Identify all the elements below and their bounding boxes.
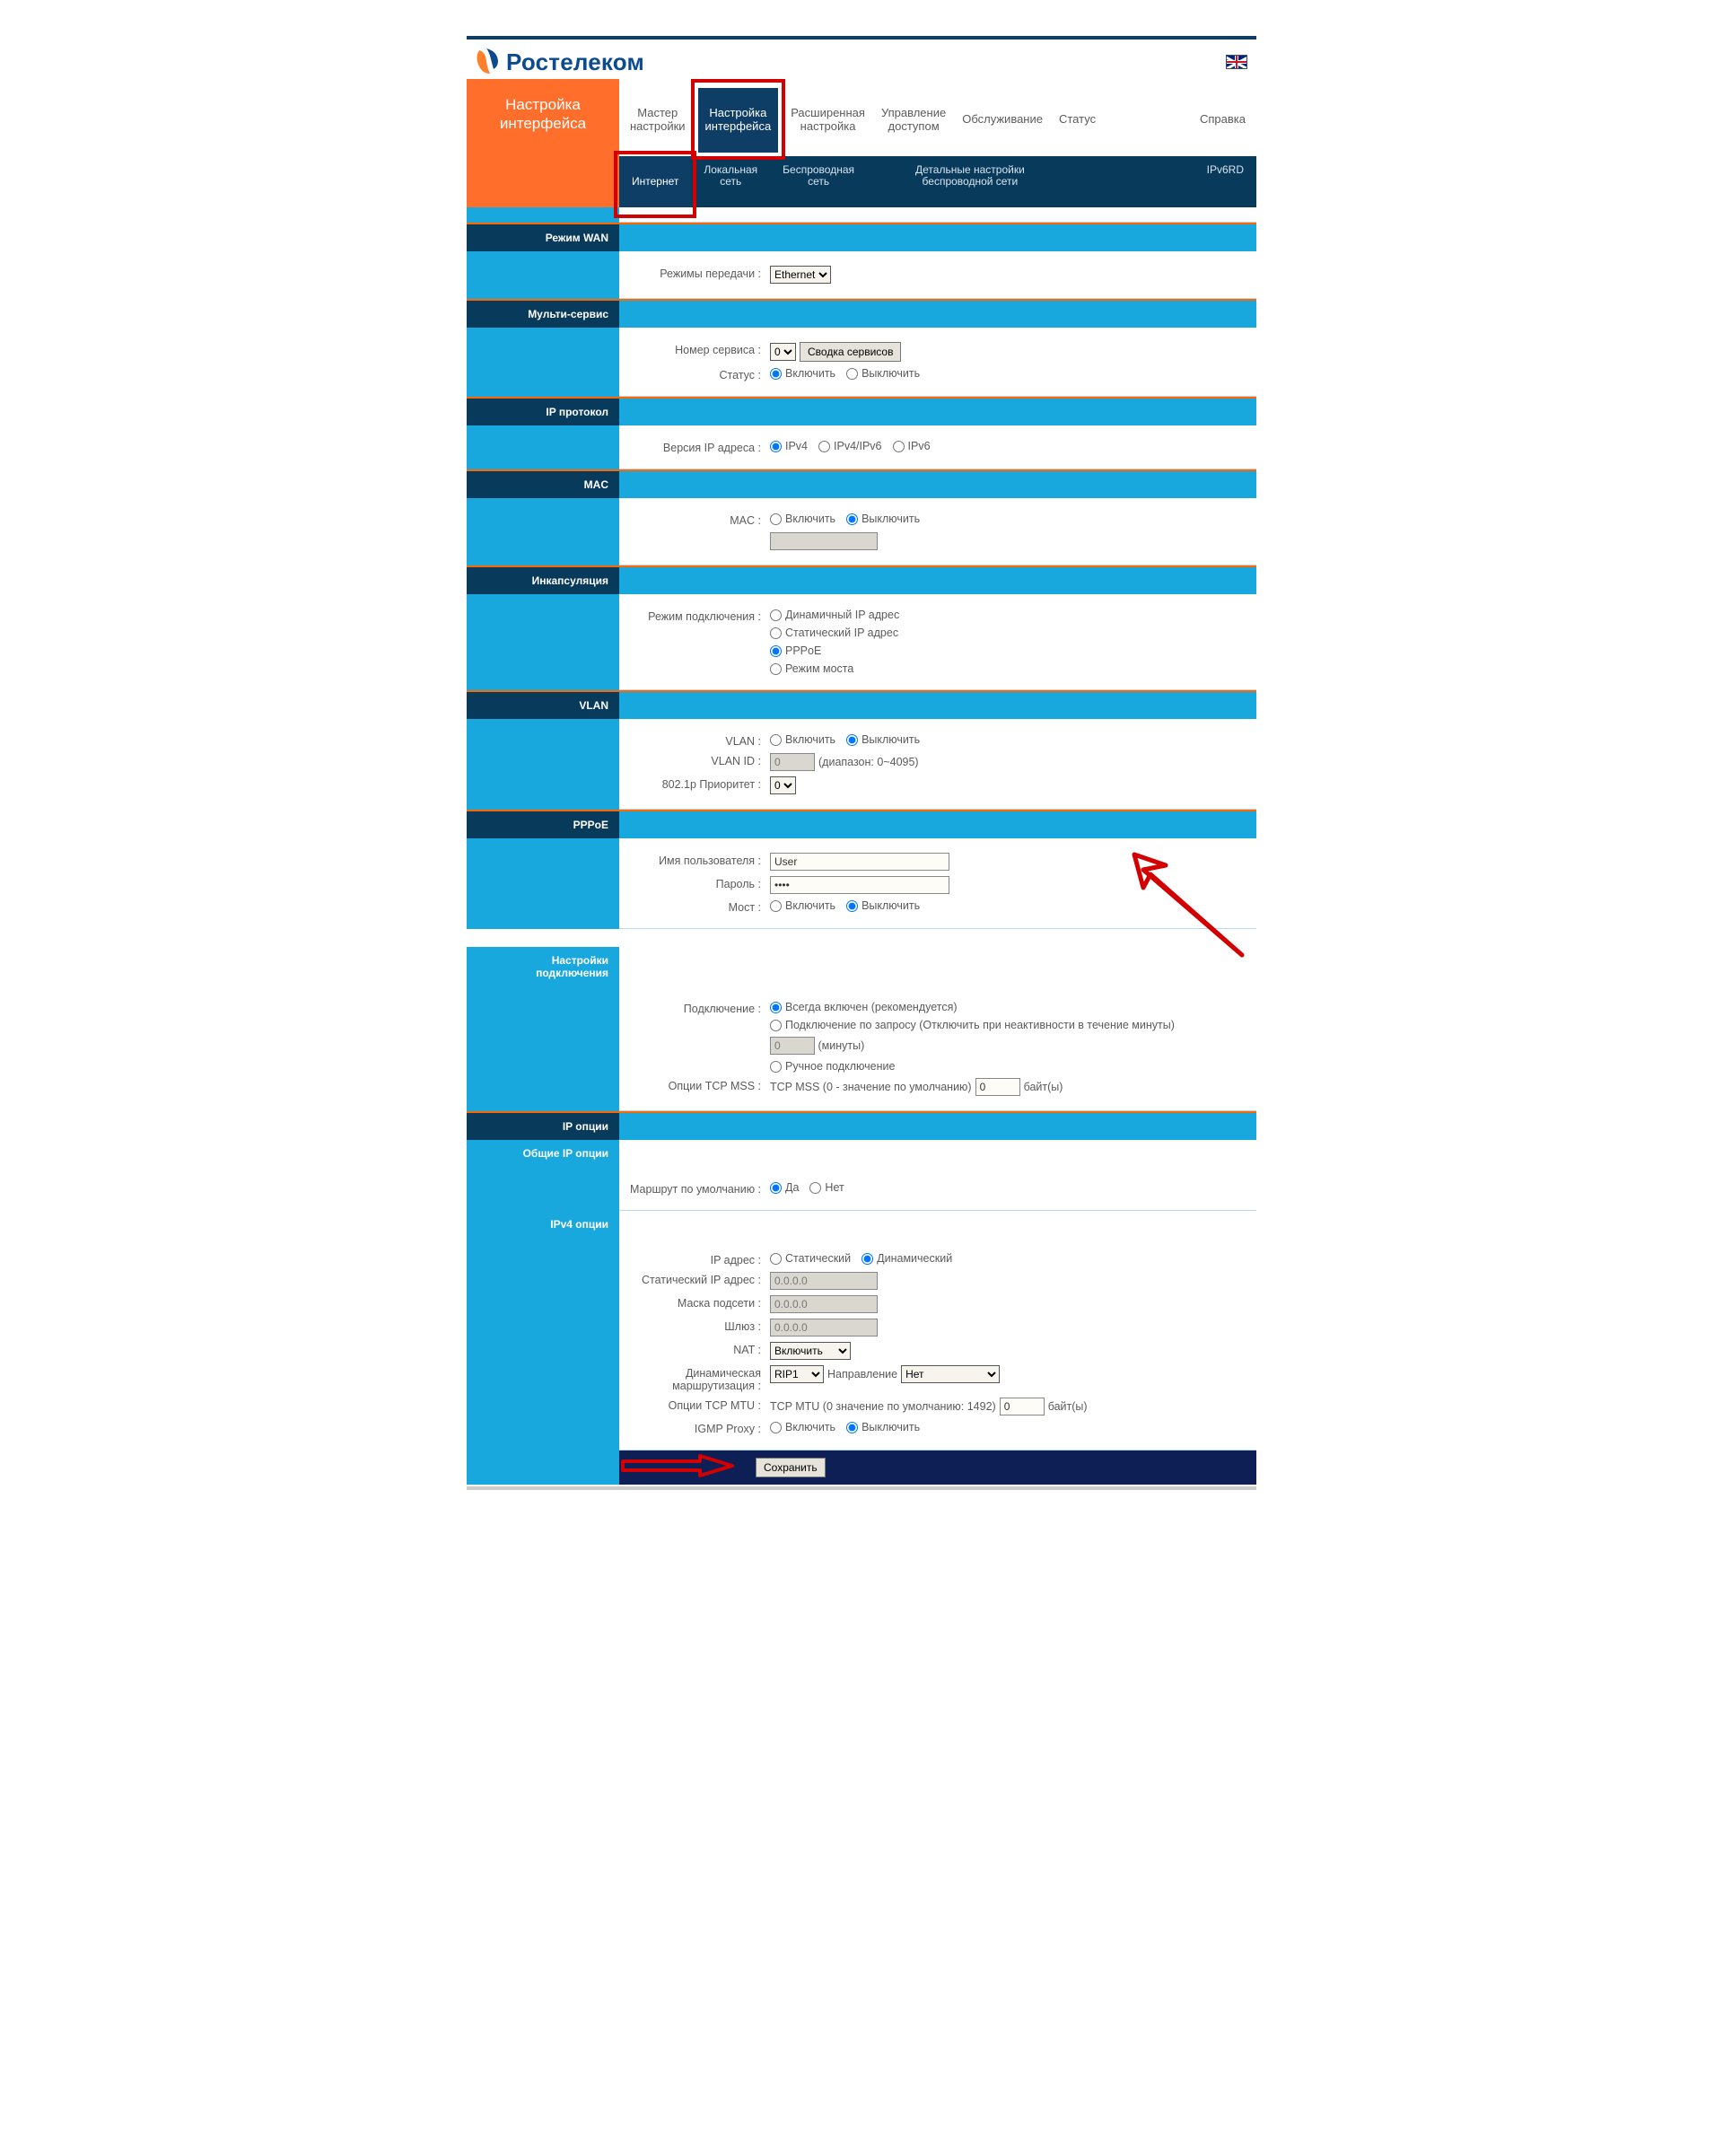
- brand-logo: Ростелеком: [474, 47, 644, 77]
- status-label: Статус :: [630, 367, 765, 381]
- nat-select[interactable]: Включить: [770, 1342, 851, 1360]
- tab-access-management[interactable]: Управление доступом: [878, 104, 949, 136]
- section-wan-mode: Режим WAN: [467, 223, 1256, 251]
- default-route-yes-radio[interactable]: [770, 1182, 782, 1194]
- tab-maintenance[interactable]: Обслуживание: [958, 110, 1046, 129]
- section-common-ip-options: Общие IP опции: [467, 1140, 1256, 1167]
- igmp-disable-radio[interactable]: [846, 1422, 858, 1433]
- default-route-no-radio[interactable]: [809, 1182, 821, 1194]
- password-label: Пароль :: [630, 876, 765, 890]
- tcp-mtu-input[interactable]: [1000, 1398, 1045, 1415]
- status-disable-radio[interactable]: [846, 368, 858, 380]
- top-nav: Мастер настройки Настройка интерфейса Ра…: [619, 79, 1256, 156]
- gateway-label: Шлюз :: [630, 1319, 765, 1333]
- tab-interface-setup[interactable]: Настройка интерфейса: [698, 88, 779, 153]
- vlan-disable-radio[interactable]: [846, 734, 858, 746]
- status-enable-radio[interactable]: [770, 368, 782, 380]
- section-ip-options: IP опции: [467, 1111, 1256, 1140]
- dynamic-routing-label: Динамическая маршрутизация :: [630, 1365, 765, 1392]
- footer-bar: Сохранить: [467, 1450, 1256, 1485]
- direction-select[interactable]: Нет: [901, 1365, 1000, 1383]
- language-flag-icon[interactable]: [1226, 55, 1247, 69]
- connection-label: Подключение :: [630, 1001, 765, 1015]
- annotation-arrow-icon: [619, 1454, 736, 1477]
- brand-name: Ростелеком: [506, 48, 644, 76]
- tcp-mtu-label: Опции TCP MTU :: [630, 1398, 765, 1412]
- page-title: Настройка интерфейса: [467, 79, 619, 156]
- subtab-wireless[interactable]: Беспроводная сеть: [770, 156, 867, 208]
- bridge-label: Мост :: [630, 899, 765, 914]
- section-mac: MAC: [467, 469, 1256, 498]
- bridge-mode-radio[interactable]: [770, 663, 782, 675]
- igmp-proxy-label: IGMP Proxy :: [630, 1421, 765, 1435]
- transfer-mode-label: Режимы передачи :: [630, 266, 765, 280]
- bridge-disable-radio[interactable]: [846, 900, 858, 912]
- mac-label: MAC :: [630, 513, 765, 527]
- tab-advanced-setup[interactable]: Расширенная настройка: [787, 104, 869, 136]
- subtab-lan[interactable]: Локальная сеть: [691, 156, 770, 208]
- service-summary-button[interactable]: Сводка сервисов: [800, 342, 901, 362]
- vlan-id-label: VLAN ID :: [630, 753, 765, 767]
- manual-conn-radio[interactable]: [770, 1061, 782, 1073]
- vlan-priority-select[interactable]: 0: [770, 776, 796, 794]
- gateway-input: [770, 1319, 878, 1337]
- save-button[interactable]: Сохранить: [756, 1458, 826, 1477]
- section-encapsulation: Инкапсуляция: [467, 565, 1256, 594]
- igmp-enable-radio[interactable]: [770, 1422, 782, 1433]
- connection-mode-label: Режим подключения :: [630, 609, 765, 623]
- dynamic-ip-radio[interactable]: [770, 609, 782, 621]
- pppoe-radio[interactable]: [770, 645, 782, 657]
- vlan-priority-label: 802.1p Приоритет :: [630, 776, 765, 791]
- tcp-mss-label: Опции TCP MSS :: [630, 1078, 765, 1092]
- vlan-id-hint: (диапазон: 0~4095): [818, 756, 919, 768]
- vlan-label: VLAN :: [630, 733, 765, 748]
- username-label: Имя пользователя :: [630, 853, 765, 867]
- subtab-wireless-advanced[interactable]: Детальные настройки беспроводной сети: [903, 156, 1037, 208]
- section-multi-service: Мульти-сервис: [467, 299, 1256, 328]
- static-ip-input: [770, 1272, 878, 1290]
- static-ip-radio[interactable]: [770, 627, 782, 639]
- vlan-enable-radio[interactable]: [770, 734, 782, 746]
- ipv4ipv6-radio[interactable]: [818, 441, 830, 452]
- static-ip-label: Статический IP адрес :: [630, 1272, 765, 1286]
- bridge-enable-radio[interactable]: [770, 900, 782, 912]
- section-vlan: VLAN: [467, 690, 1256, 719]
- idle-minutes-input: [770, 1037, 815, 1055]
- sub-nav: Интернет Локальная сеть Беспроводная сет…: [619, 156, 1256, 208]
- ip-version-label: Версия IP адреса :: [630, 440, 765, 454]
- nat-label: NAT :: [630, 1342, 765, 1356]
- tcp-mss-input[interactable]: [975, 1078, 1020, 1096]
- on-demand-radio[interactable]: [770, 1020, 782, 1031]
- vlan-id-input: [770, 753, 815, 771]
- transfer-mode-select[interactable]: Ethernet: [770, 266, 831, 284]
- tab-status[interactable]: Статус: [1055, 110, 1099, 129]
- ear-icon: [474, 47, 501, 77]
- service-number-label: Номер сервиса :: [630, 342, 765, 356]
- ip-dynamic-radio[interactable]: [862, 1253, 873, 1265]
- mac-disable-radio[interactable]: [846, 513, 858, 525]
- mac-enable-radio[interactable]: [770, 513, 782, 525]
- ipv4-radio[interactable]: [770, 441, 782, 452]
- tab-help[interactable]: Справка: [1196, 110, 1249, 129]
- subtab-internet[interactable]: Интернет: [619, 156, 691, 208]
- subnet-mask-input: [770, 1295, 878, 1313]
- section-ip-protocol: IP протокол: [467, 397, 1256, 425]
- section-connection-settings: Настройки подключения: [467, 947, 1256, 986]
- default-route-label: Маршрут по умолчанию :: [630, 1181, 765, 1196]
- section-pppoe: PPPoE: [467, 810, 1256, 838]
- username-input[interactable]: [770, 853, 949, 871]
- subnet-mask-label: Маска подсети :: [630, 1295, 765, 1310]
- subtab-ipv6rd[interactable]: IPv6RD: [1194, 156, 1256, 208]
- password-input[interactable]: [770, 876, 949, 894]
- service-number-select[interactable]: 0: [770, 343, 796, 361]
- ipv6-radio[interactable]: [893, 441, 905, 452]
- ip-static-radio[interactable]: [770, 1253, 782, 1265]
- dynamic-routing-select[interactable]: RIP1: [770, 1365, 824, 1383]
- tab-setup-wizard[interactable]: Мастер настройки: [626, 104, 689, 136]
- header-bar: Ростелеком: [467, 39, 1256, 79]
- always-on-radio[interactable]: [770, 1002, 782, 1013]
- mac-input: [770, 532, 878, 550]
- ip-address-mode-label: IP адрес :: [630, 1252, 765, 1266]
- section-ipv4-options: IPv4 опции: [467, 1211, 1256, 1238]
